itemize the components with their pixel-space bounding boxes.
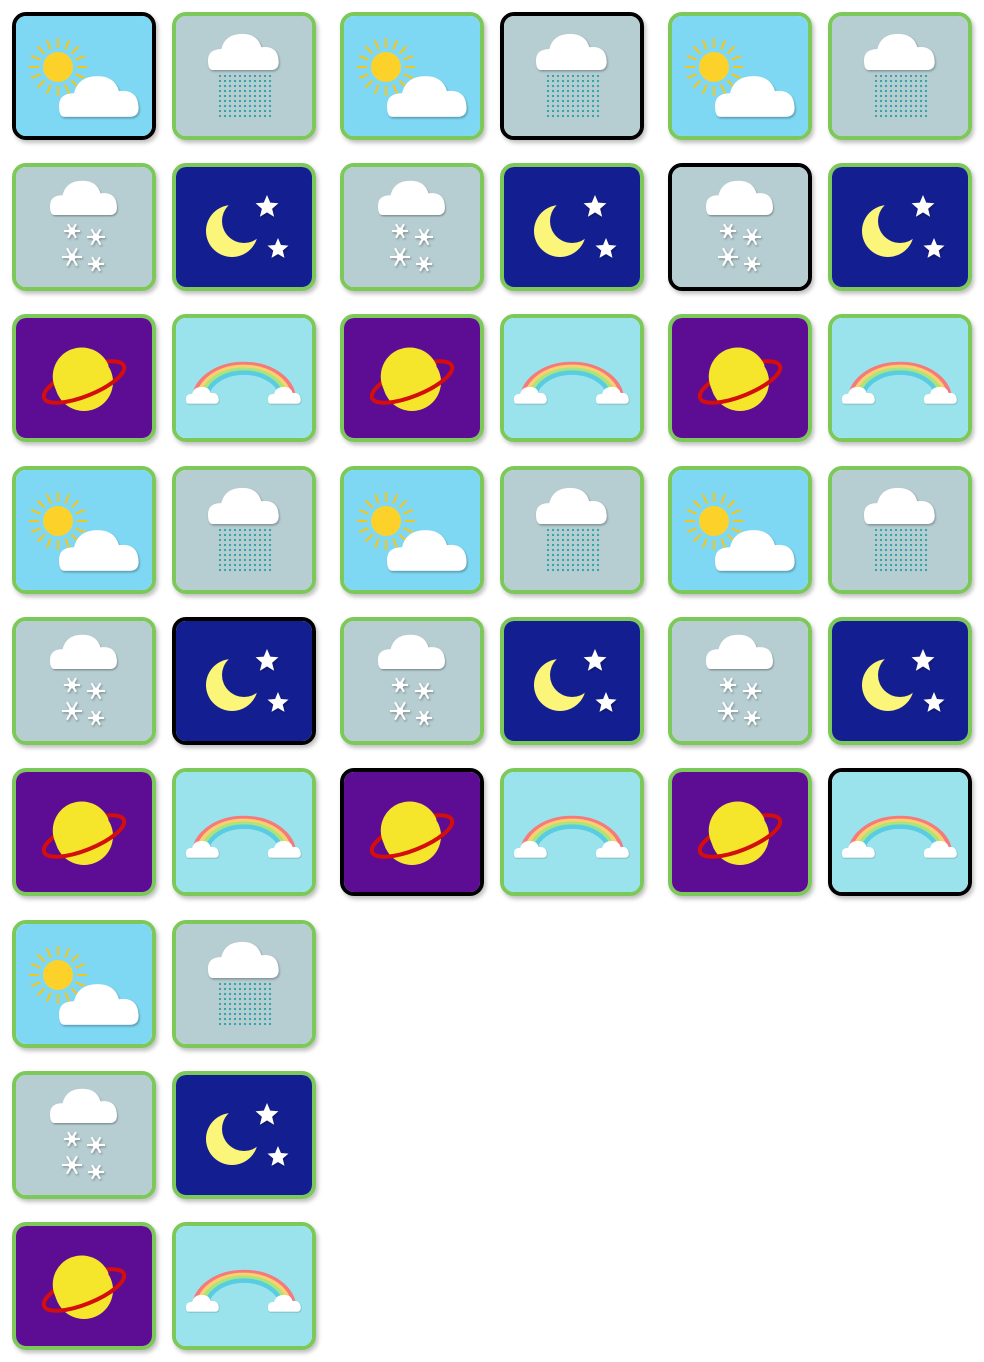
planet-icon: [672, 318, 808, 438]
sun-cloud-icon: [16, 924, 152, 1044]
rainbow-icon: [176, 1226, 312, 1346]
card-rainbow[interactable]: [828, 768, 972, 896]
card-rain[interactable]: [172, 466, 316, 594]
card-sun-cloud[interactable]: [668, 466, 812, 594]
card-planet[interactable]: [340, 768, 484, 896]
sun-cloud-icon: [344, 16, 480, 136]
sun-cloud-icon: [344, 470, 480, 590]
card-night[interactable]: [172, 163, 316, 291]
card-night[interactable]: [500, 163, 644, 291]
card-planet[interactable]: [12, 768, 156, 896]
card-sun-cloud[interactable]: [12, 920, 156, 1048]
card-snow[interactable]: [668, 617, 812, 745]
rainbow-icon: [504, 772, 640, 892]
rain-icon: [832, 16, 968, 136]
card-planet[interactable]: [12, 1222, 156, 1350]
night-icon: [832, 621, 968, 741]
card-snow[interactable]: [12, 163, 156, 291]
card-planet[interactable]: [340, 314, 484, 442]
snow-icon: [344, 621, 480, 741]
card-snow[interactable]: [12, 1071, 156, 1199]
sun-cloud-icon: [672, 16, 808, 136]
night-icon: [832, 167, 968, 287]
card-rainbow[interactable]: [172, 314, 316, 442]
card-planet[interactable]: [12, 314, 156, 442]
snow-icon: [16, 621, 152, 741]
card-snow[interactable]: [12, 617, 156, 745]
planet-icon: [16, 1226, 152, 1346]
planet-icon: [344, 318, 480, 438]
card-snow[interactable]: [340, 617, 484, 745]
card-sun-cloud[interactable]: [12, 466, 156, 594]
card-sun-cloud[interactable]: [668, 12, 812, 140]
card-rainbow[interactable]: [500, 768, 644, 896]
sun-cloud-icon: [672, 470, 808, 590]
rain-icon: [832, 470, 968, 590]
card-rain[interactable]: [172, 12, 316, 140]
snow-icon: [672, 621, 808, 741]
night-icon: [176, 621, 312, 741]
card-rainbow[interactable]: [172, 1222, 316, 1350]
sun-cloud-icon: [16, 16, 152, 136]
rainbow-icon: [504, 318, 640, 438]
night-icon: [176, 1075, 312, 1195]
rainbow-icon: [176, 318, 312, 438]
card-rainbow[interactable]: [500, 314, 644, 442]
snow-icon: [16, 167, 152, 287]
card-night[interactable]: [172, 1071, 316, 1199]
sun-cloud-icon: [16, 470, 152, 590]
rain-icon: [176, 16, 312, 136]
card-sun-cloud[interactable]: [340, 12, 484, 140]
planet-icon: [344, 772, 480, 892]
snow-icon: [672, 167, 808, 287]
card-planet[interactable]: [668, 768, 812, 896]
card-rainbow[interactable]: [172, 768, 316, 896]
rain-icon: [176, 924, 312, 1044]
card-rainbow[interactable]: [828, 314, 972, 442]
card-night[interactable]: [500, 617, 644, 745]
night-icon: [504, 621, 640, 741]
rain-icon: [504, 470, 640, 590]
card-night[interactable]: [172, 617, 316, 745]
card-night[interactable]: [828, 163, 972, 291]
card-sun-cloud[interactable]: [12, 12, 156, 140]
rainbow-icon: [176, 772, 312, 892]
night-icon: [176, 167, 312, 287]
card-rain[interactable]: [172, 920, 316, 1048]
card-night[interactable]: [828, 617, 972, 745]
card-rain[interactable]: [500, 466, 644, 594]
card-snow[interactable]: [340, 163, 484, 291]
rain-icon: [504, 16, 640, 136]
rainbow-icon: [832, 318, 968, 438]
night-icon: [504, 167, 640, 287]
rain-icon: [176, 470, 312, 590]
snow-icon: [16, 1075, 152, 1195]
card-planet[interactable]: [668, 314, 812, 442]
card-rain[interactable]: [500, 12, 644, 140]
card-sun-cloud[interactable]: [340, 466, 484, 594]
planet-icon: [16, 772, 152, 892]
snow-icon: [344, 167, 480, 287]
planet-icon: [672, 772, 808, 892]
card-rain[interactable]: [828, 12, 972, 140]
card-rain[interactable]: [828, 466, 972, 594]
rainbow-icon: [832, 772, 968, 892]
card-snow[interactable]: [668, 163, 812, 291]
planet-icon: [16, 318, 152, 438]
